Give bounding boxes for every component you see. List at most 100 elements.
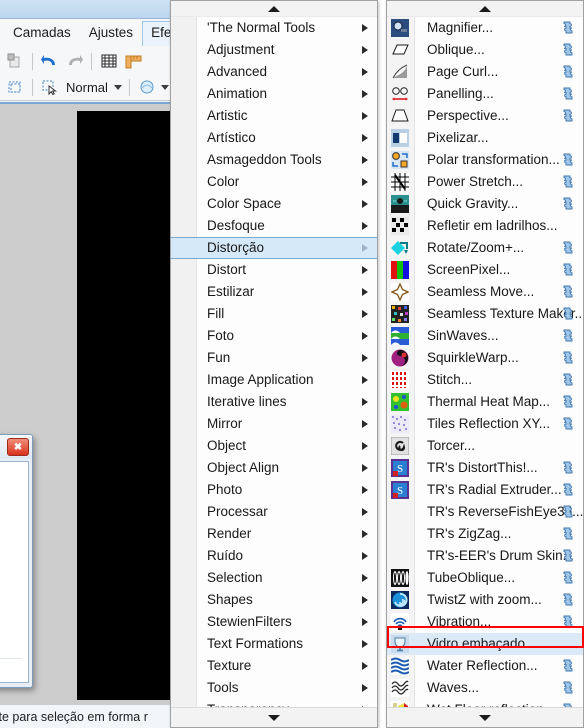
submenu-item-screenpixel[interactable]: ScreenPixel... [387, 259, 583, 281]
submenu-item-twistz-with-zoom[interactable]: TwistZ with zoom... [387, 589, 583, 611]
submenu-item-torcer[interactable]: Torcer... [387, 435, 583, 457]
grid-icon[interactable] [99, 51, 119, 71]
menu-item-foto[interactable]: Foto [171, 325, 377, 347]
menu-item-desfoque[interactable]: Desfoque [171, 215, 377, 237]
submenu-scroll-up-button[interactable] [387, 1, 583, 17]
menu-item-selection[interactable]: Selection [171, 567, 377, 589]
antialias-icon[interactable] [137, 77, 157, 97]
submenu-item-pixelizar[interactable]: Pixelizar... [387, 127, 583, 149]
menu-item-stewienfilters[interactable]: StewienFilters [171, 611, 377, 633]
trs-radial-extruder-icon: S [391, 481, 409, 499]
submenu-arrow-icon [362, 266, 368, 274]
menu-item-text-formations[interactable]: Text Formations [171, 633, 377, 655]
submenu-item-label: Perspective... [427, 108, 509, 124]
submenu-arrow-icon [362, 68, 368, 76]
menu-item-tools[interactable]: Tools [171, 677, 377, 699]
selection-icon[interactable] [5, 77, 25, 97]
paste-icon[interactable] [5, 51, 25, 71]
submenu-item-thermal-heat-map[interactable]: Thermal Heat Map... [387, 391, 583, 413]
menu-item-render[interactable]: Render [171, 523, 377, 545]
menu-item-iterative-lines[interactable]: Iterative lines [171, 391, 377, 413]
submenu-arrow-icon [362, 442, 368, 450]
menu-item-the-normal-tools[interactable]: 'The Normal Tools [171, 17, 377, 39]
ruler-icon[interactable] [123, 51, 143, 71]
menu-item-asmageddon-tools[interactable]: Asmageddon Tools [171, 149, 377, 171]
color-picker-titlebar[interactable]: ✖ [0, 435, 32, 459]
submenu-arrow-icon [362, 222, 368, 230]
submenu-item-tr-s-radial-extruder[interactable]: S TR's Radial Extruder... [387, 479, 583, 501]
menu-camadas[interactable]: Camadas [4, 21, 80, 46]
submenu-item-tr-s-eer-s-drum-skin[interactable]: TR's-EER's Drum Skin... [387, 545, 583, 567]
scroll-up-button[interactable] [171, 1, 377, 17]
twistz-zoom-icon [391, 591, 409, 609]
submenu-item-polar-transformation[interactable]: Polar transformation... [387, 149, 583, 171]
blend-mode-chevron-down-icon[interactable] [113, 84, 122, 90]
submenu-item-vidro-emba-ado[interactable]: Vidro embaçado... [387, 633, 583, 655]
submenu-item-tubeoblique[interactable]: TubeOblique... [387, 567, 583, 589]
submenu-item-vibration[interactable]: Vibration... [387, 611, 583, 633]
submenu-item-tr-s-reversefisheye35[interactable]: TR's ReverseFishEye35... [387, 501, 583, 523]
submenu-item-waves[interactable]: Waves... [387, 677, 583, 699]
submenu-item-stitch[interactable]: Stitch... [387, 369, 583, 391]
image-canvas[interactable] [77, 111, 170, 700]
menu-item-photo[interactable]: Photo [171, 479, 377, 501]
submenu-item-refletir-em-ladrilhos[interactable]: Refletir em ladrilhos... [387, 215, 583, 237]
menu-efeitos[interactable]: Efeitos [142, 21, 170, 46]
menu-item-estilizar[interactable]: Estilizar [171, 281, 377, 303]
menu-item-ru-do[interactable]: Ruído [171, 545, 377, 567]
menu-item-texture[interactable]: Texture [171, 655, 377, 677]
submenu-item-perspective[interactable]: Perspective... [387, 105, 583, 127]
menu-item-mirror[interactable]: Mirror [171, 413, 377, 435]
submenu-item-page-curl[interactable]: Page Curl... [387, 61, 583, 83]
menu-item-object-align[interactable]: Object Align [171, 457, 377, 479]
submenu-item-squirklewarp[interactable]: SquirkleWarp... [387, 347, 583, 369]
submenu-item-tr-s-distortthis[interactable]: S TR's DistortThis!... [387, 457, 583, 479]
submenu-item-sinwaves[interactable]: SinWaves... [387, 325, 583, 347]
menu-item-distor-o[interactable]: Distorção [171, 237, 377, 259]
submenu-item-seamless-texture-maker[interactable]: Seamless Texture Maker... [387, 303, 583, 325]
menu-item-shapes[interactable]: Shapes [171, 589, 377, 611]
submenu-item-tiles-reflection-xy[interactable]: Tiles Reflection XY... [387, 413, 583, 435]
plugin-puzzle-icon [562, 65, 576, 79]
menu-item-advanced[interactable]: Advanced [171, 61, 377, 83]
distortion-submenu[interactable]: Magnifier... Oblique... Page Curl... Panell… [386, 0, 584, 728]
close-icon[interactable]: ✖ [7, 438, 29, 456]
menu-item-image-application[interactable]: Image Application [171, 369, 377, 391]
submenu-item-power-stretch[interactable]: Power Stretch... [387, 171, 583, 193]
submenu-item-tr-s-zigzag[interactable]: TR's ZigZag... [387, 523, 583, 545]
menu-item-label: Iterative lines [207, 394, 287, 410]
submenu-item-rotate-zoom[interactable]: Rotate/Zoom+... [387, 237, 583, 259]
menu-item-processar[interactable]: Processar [171, 501, 377, 523]
menu-item-label: Animation [207, 86, 268, 102]
antialias-chevron-down-icon[interactable] [160, 84, 169, 90]
blend-mode-icon[interactable] [40, 77, 60, 97]
menu-item-label: Texture [207, 658, 252, 674]
submenu-item-water-reflection[interactable]: Water Reflection... [387, 655, 583, 677]
submenu-item-quick-gravity[interactable]: Quick Gravity... [387, 193, 583, 215]
menu-item-adjustment[interactable]: Adjustment [171, 39, 377, 61]
submenu-item-label: TR's DistortThis!... [427, 460, 538, 476]
color-picker-window[interactable]: ✖ [0, 434, 33, 688]
scroll-down-button[interactable] [171, 707, 377, 727]
submenu-item-magnifier[interactable]: Magnifier... [387, 17, 583, 39]
menu-item-animation[interactable]: Animation [171, 83, 377, 105]
redo-icon[interactable] [64, 51, 84, 71]
menu-item-artistic[interactable]: Artistic [171, 105, 377, 127]
submenu-item-oblique[interactable]: Oblique... [387, 39, 583, 61]
menu-item-art-stico[interactable]: Artístico [171, 127, 377, 149]
submenu-scroll-down-button[interactable] [387, 707, 583, 727]
menu-item-color[interactable]: Color [171, 171, 377, 193]
submenu-item-label: Refletir em ladrilhos... [427, 218, 558, 234]
submenu-item-panelling[interactable]: Panelling... [387, 83, 583, 105]
menu-item-color-space[interactable]: Color Space [171, 193, 377, 215]
submenu-item-label: TR's ZigZag... [427, 526, 512, 542]
submenu-item-seamless-move[interactable]: Seamless Move... [387, 281, 583, 303]
menu-item-fill[interactable]: Fill [171, 303, 377, 325]
menu-item-fun[interactable]: Fun [171, 347, 377, 369]
menu-item-object[interactable]: Object [171, 435, 377, 457]
effects-category-menu[interactable]: 'The Normal Tools Adjustment Advanced Anima… [170, 0, 378, 728]
menu-ajustes[interactable]: Ajustes [80, 21, 142, 46]
menu-item-distort[interactable]: Distort [171, 259, 377, 281]
undo-icon[interactable] [40, 51, 60, 71]
menu-item-label: Artístico [207, 130, 256, 146]
